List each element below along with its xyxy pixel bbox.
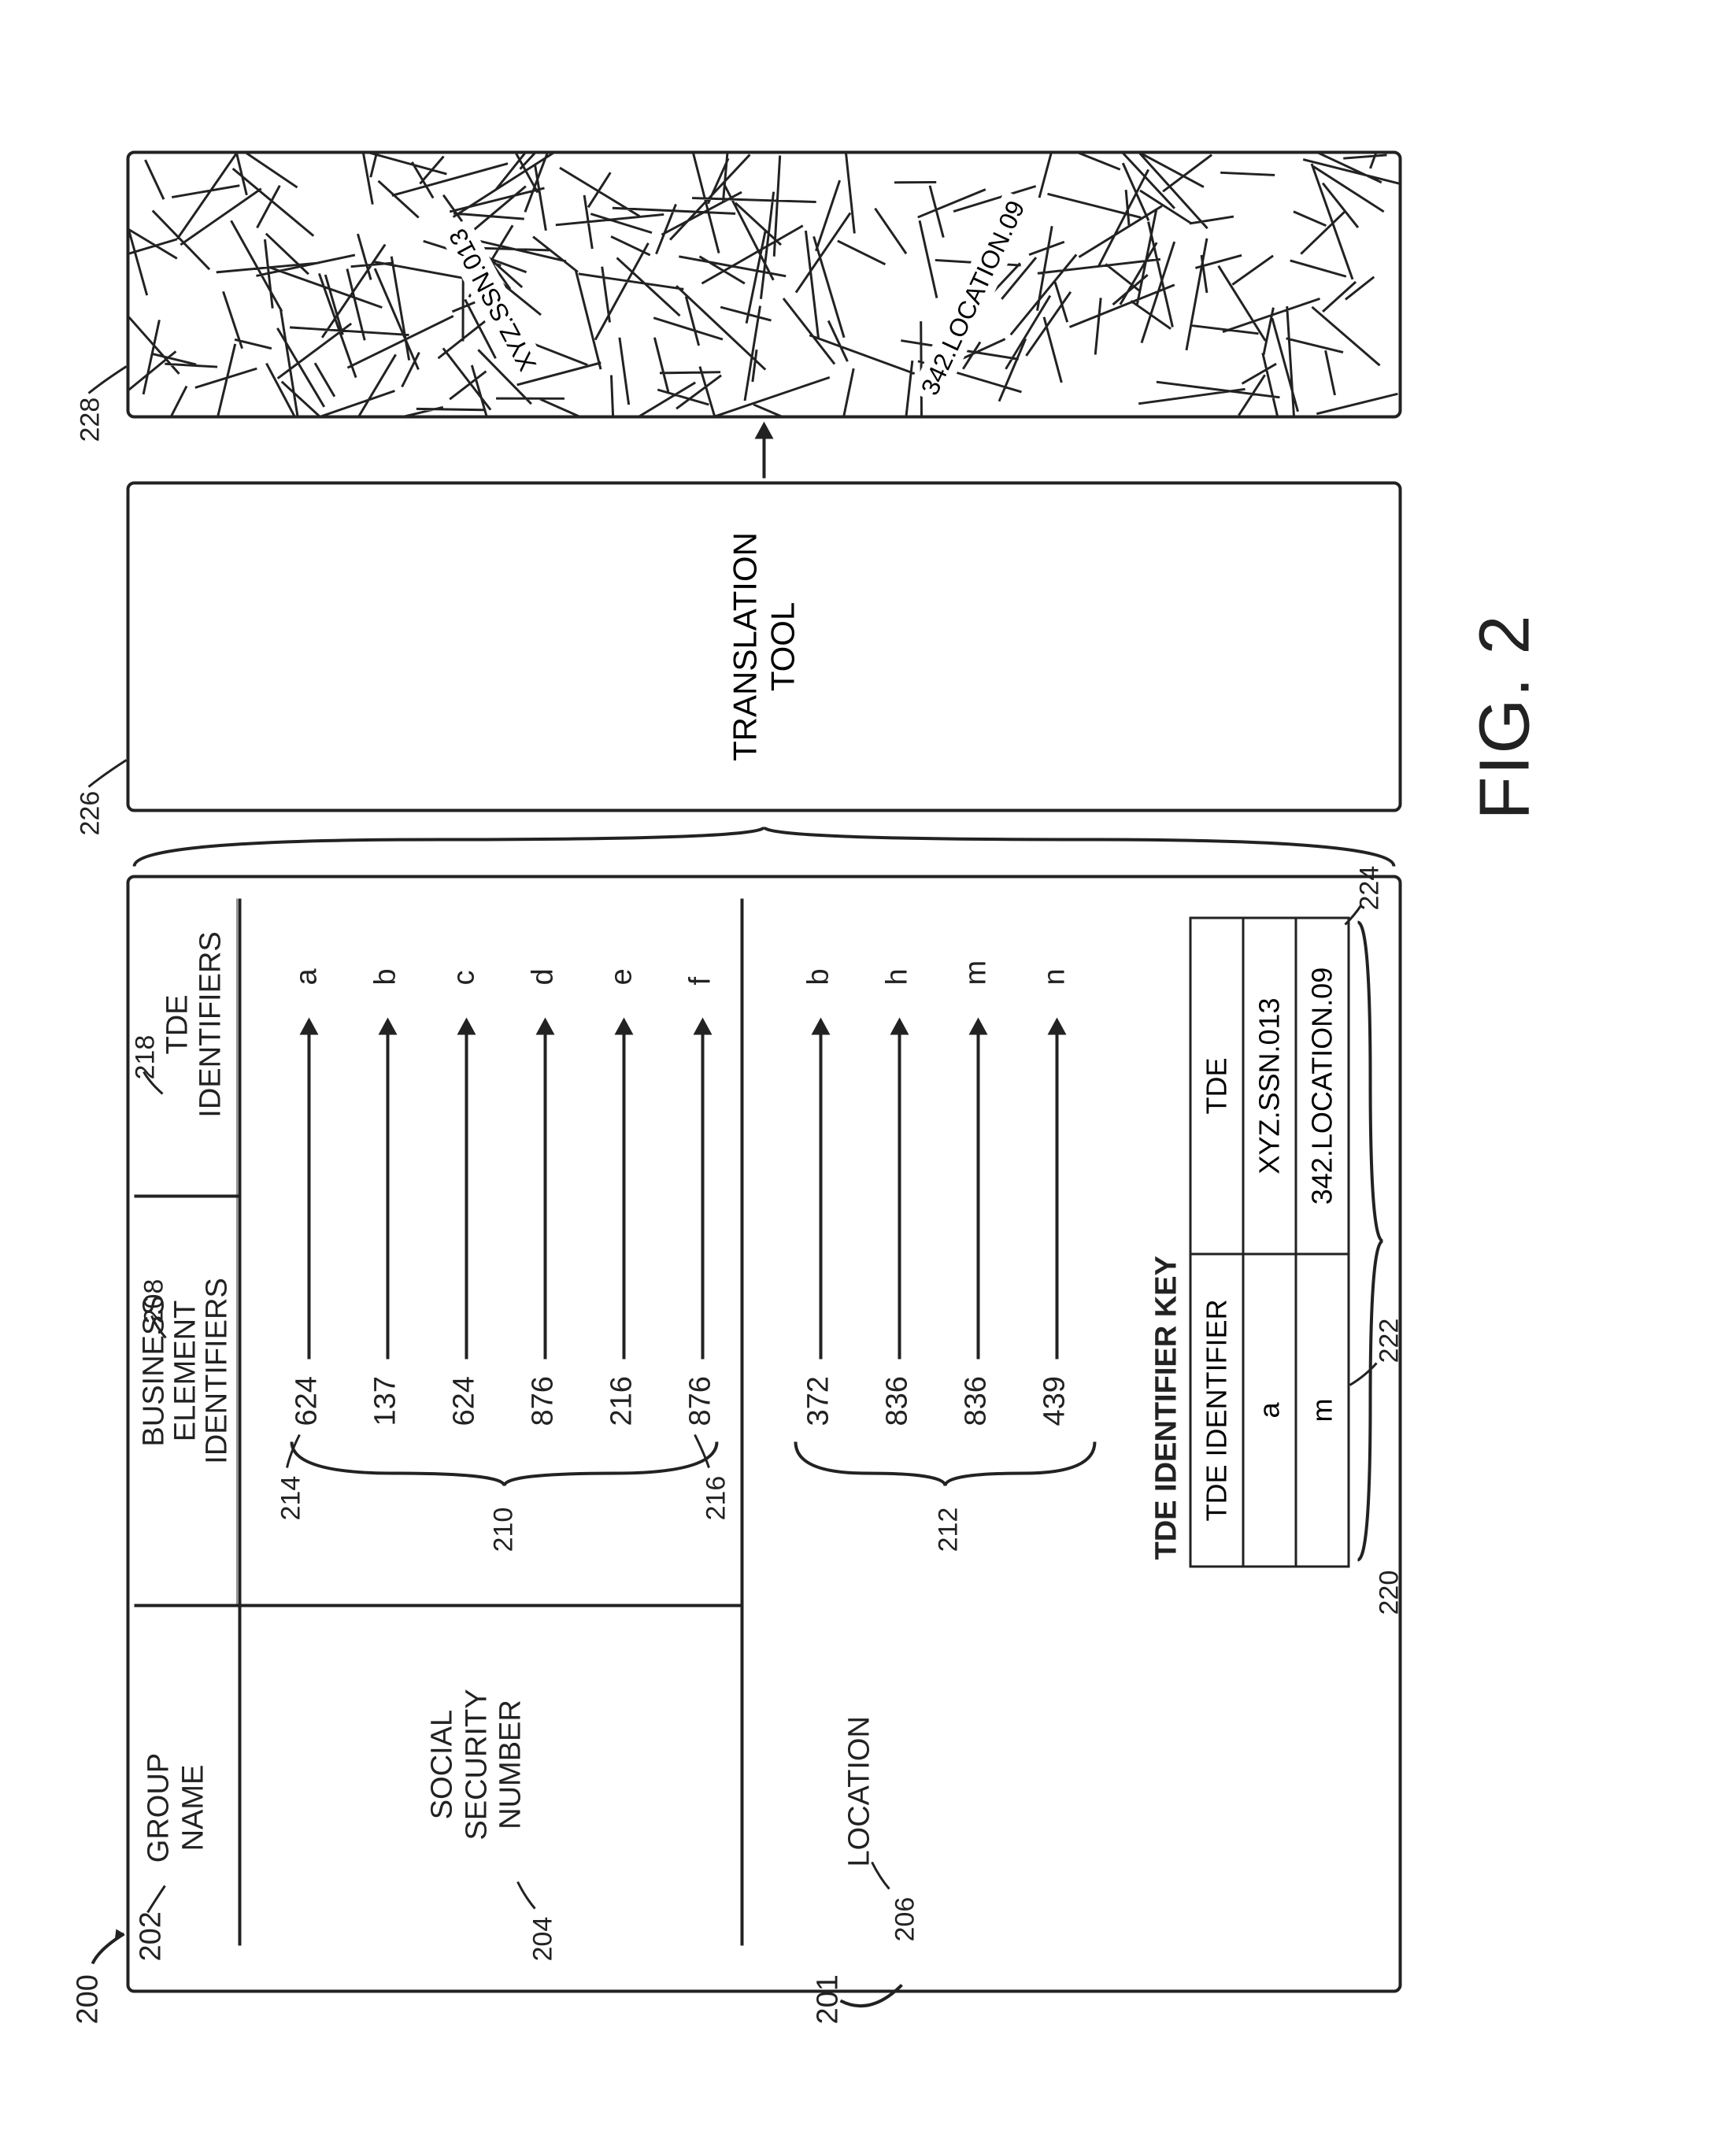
- diagram-stage: 200 201 GROUP NAME 202 BUSINESS ELEMENT …: [0, 0, 1736, 2142]
- tde-id-loc-0: b: [801, 968, 835, 985]
- tde-id-ssn-1: b: [368, 968, 402, 985]
- hline-top: [238, 898, 241, 1945]
- be-id-loc-0: 372: [801, 1376, 835, 1426]
- output-code-panel: XYZ.SSN.013 342.LOCATION.09: [126, 150, 1401, 418]
- key-title: TDE IDENTIFIER KEY: [1149, 1256, 1183, 1559]
- figure-label: FIG. 2: [1464, 613, 1545, 819]
- tde-id-loc-1: h: [880, 968, 914, 985]
- ref-204: 204: [527, 1916, 558, 1961]
- leader-226: [87, 757, 130, 788]
- be-id-ssn-5: 876: [683, 1376, 717, 1426]
- ref-206: 206: [890, 1896, 920, 1941]
- arrow-ssn-1: [386, 1020, 389, 1359]
- leader-201: [838, 1977, 909, 2024]
- ref-216: 216: [701, 1475, 731, 1520]
- hline-mid: [740, 898, 743, 1945]
- header-tde: TDE IDENTIFIERS: [161, 898, 228, 1150]
- group-ssn-name: SOCIAL SECURITY NUMBER: [425, 1646, 528, 1882]
- ref-arrow-200: [91, 1918, 138, 1965]
- be-id-loc-1: 836: [880, 1376, 914, 1426]
- leader-224: [1343, 902, 1364, 926]
- brace-220: [1354, 914, 1386, 1567]
- ref-210: 210: [488, 1507, 519, 1552]
- ref-220: 220: [1374, 1570, 1405, 1615]
- leader-204: [516, 1878, 538, 1910]
- header-underline: [236, 898, 237, 1607]
- tde-id-ssn-0: a: [290, 968, 324, 985]
- leader-208: [150, 1311, 168, 1339]
- key-r1-id: m: [1294, 1252, 1349, 1567]
- key-h1: TDE IDENTIFIER: [1189, 1252, 1244, 1567]
- tde-id-ssn-4: e: [605, 968, 639, 985]
- arrow-loc-1: [898, 1020, 901, 1359]
- leader-206: [870, 1859, 892, 1890]
- leader-228: [87, 363, 130, 394]
- be-id-ssn-1: 137: [368, 1376, 402, 1426]
- ref-212: 212: [933, 1507, 964, 1552]
- leader-216: [693, 1431, 712, 1469]
- be-id-ssn-0: 624: [290, 1376, 324, 1426]
- key-r0-tde: XYZ.SSN.013: [1242, 916, 1297, 1255]
- leader-202: [146, 1882, 169, 1914]
- tde-id-ssn-2: c: [447, 970, 481, 985]
- be-id-loc-3: 439: [1038, 1376, 1072, 1426]
- arrow-ssn-0: [307, 1020, 310, 1359]
- leader-214: [285, 1431, 304, 1469]
- arrow-ssn-4: [622, 1020, 625, 1359]
- arrow-loc-0: [819, 1020, 822, 1359]
- key-h2: TDE: [1189, 916, 1244, 1255]
- leader-218: [142, 1067, 165, 1095]
- ref-200: 200: [71, 1974, 105, 2024]
- ref-202: 202: [134, 1911, 168, 1961]
- header-group: GROUP NAME: [142, 1705, 210, 1910]
- arrow-ssn-2: [465, 1020, 468, 1359]
- arrow-loc-2: [976, 1020, 979, 1359]
- tde-id-loc-3: n: [1038, 968, 1072, 985]
- tde-id-ssn-3: d: [526, 968, 560, 985]
- be-id-ssn-3: 876: [526, 1376, 560, 1426]
- ref-226: 226: [75, 790, 105, 835]
- brace-to-226: [126, 823, 1401, 871]
- tde-id-loc-2: m: [959, 960, 993, 985]
- ref-222: 222: [1374, 1318, 1405, 1363]
- ref-228: 228: [75, 397, 105, 442]
- be-id-loc-2: 836: [959, 1376, 993, 1426]
- arrow-to-output: [762, 424, 765, 478]
- translation-tool: TRANSLATION TOOL: [126, 481, 1401, 812]
- leader-222: [1348, 1356, 1379, 1386]
- key-r1-tde: 342.LOCATION.09: [1294, 916, 1349, 1255]
- arrow-ssn-5: [701, 1020, 704, 1359]
- be-id-ssn-2: 624: [447, 1376, 481, 1426]
- vline-2: [134, 1194, 239, 1197]
- brace-212: [787, 1434, 1102, 1489]
- hatch-pattern: [129, 154, 1398, 415]
- tde-id-ssn-5: f: [683, 976, 717, 985]
- vline-1: [134, 1604, 740, 1607]
- brace-210: [283, 1434, 724, 1489]
- group-location-name: LOCATION: [842, 1716, 876, 1866]
- ref-214: 214: [276, 1475, 306, 1520]
- arrow-ssn-3: [543, 1020, 546, 1359]
- key-r0-id: a: [1242, 1252, 1297, 1567]
- arrow-loc-3: [1055, 1020, 1058, 1359]
- be-id-ssn-4: 216: [605, 1376, 639, 1426]
